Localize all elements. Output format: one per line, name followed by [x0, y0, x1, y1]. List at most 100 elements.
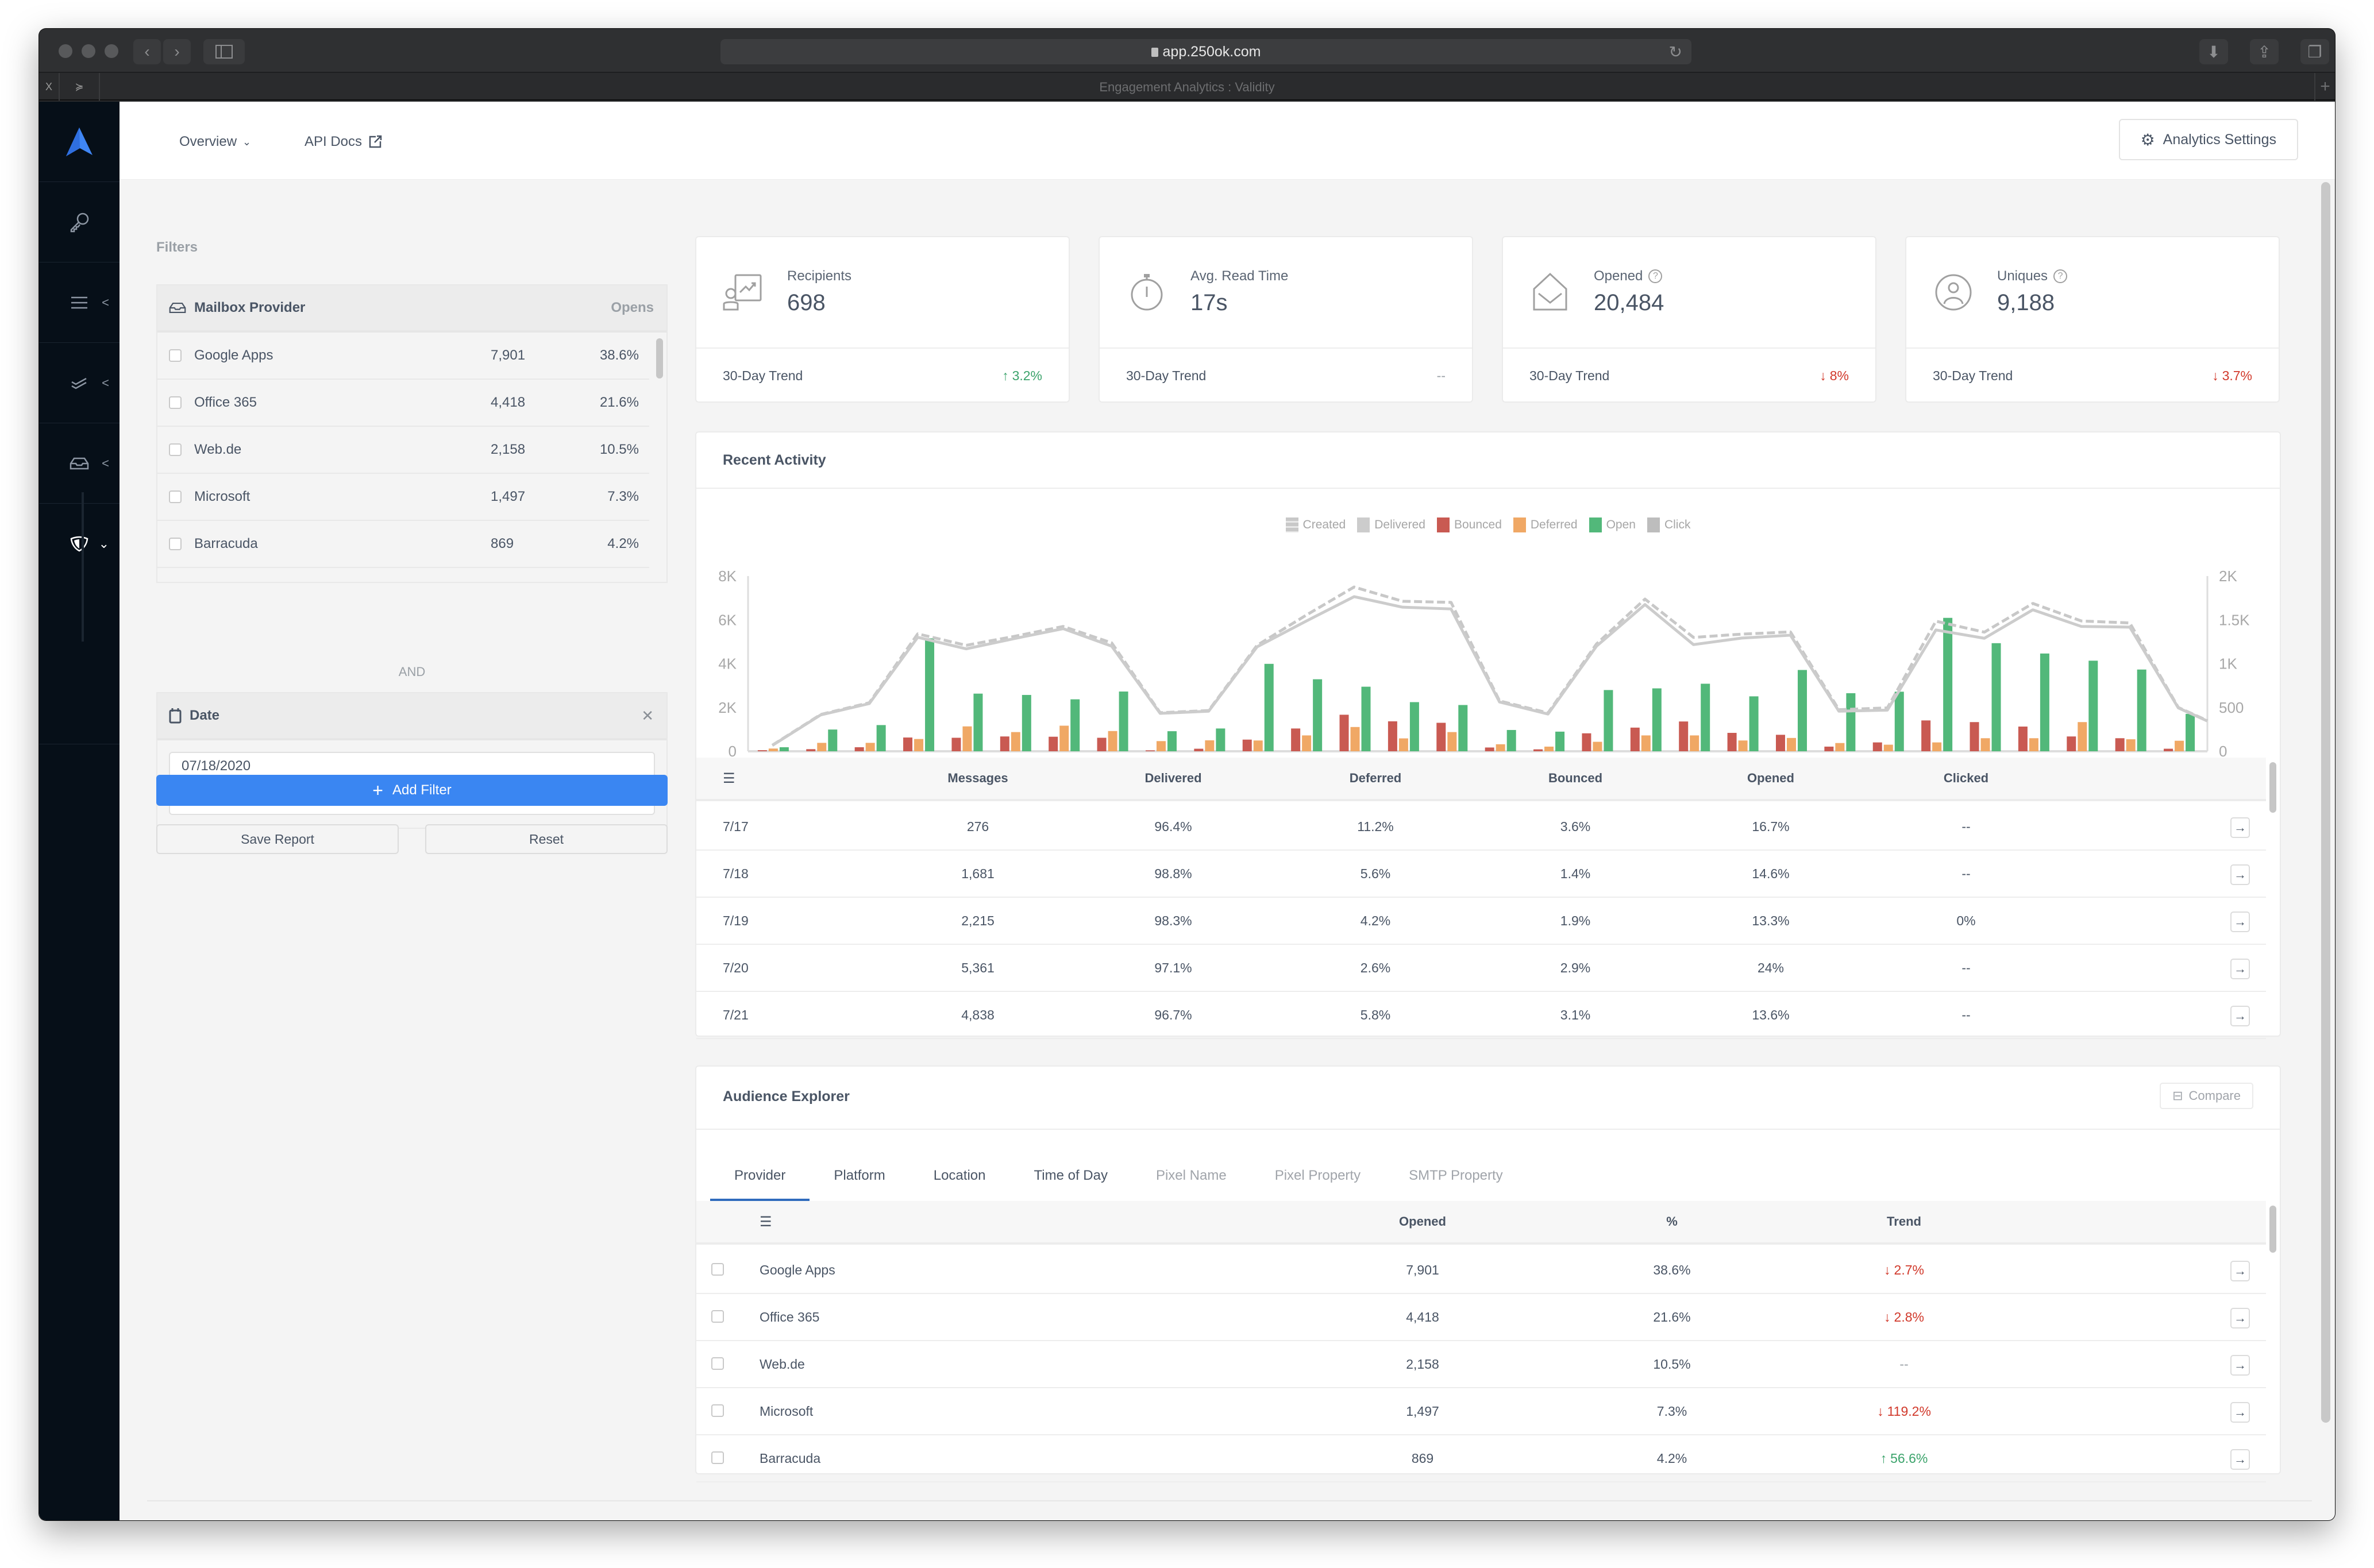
- bar-bounced[interactable]: [1921, 720, 1931, 751]
- bar-deferred[interactable]: [1447, 732, 1457, 751]
- tab-smtp-property[interactable]: SMTP Property: [1385, 1150, 1527, 1201]
- activity-table-row[interactable]: 7/17 276 96.4% 11.2% 3.6% 16.7% -- →: [696, 804, 2266, 851]
- audience-table-row[interactable]: Microsoft 1,497 7.3% ↓ 119.2% →: [696, 1388, 2266, 1435]
- bar-bounced[interactable]: [1872, 742, 1882, 751]
- bar-open[interactable]: [1361, 686, 1371, 751]
- row-details-button[interactable]: →: [2230, 864, 2250, 885]
- reload-icon[interactable]: ↻: [1669, 43, 1682, 61]
- close-window-button[interactable]: [59, 44, 72, 58]
- bar-deferred[interactable]: [1156, 741, 1166, 751]
- bar-deferred[interactable]: [1350, 727, 1360, 751]
- bar-bounced[interactable]: [1145, 750, 1155, 751]
- bar-deferred[interactable]: [1496, 744, 1505, 751]
- bar-open[interactable]: [1409, 702, 1419, 751]
- bar-open[interactable]: [1313, 679, 1323, 751]
- bar-open[interactable]: [1652, 688, 1662, 751]
- forward-button[interactable]: ›: [163, 39, 191, 64]
- bar-deferred[interactable]: [2175, 740, 2184, 751]
- bar-open[interactable]: [2186, 713, 2195, 751]
- mailbox-provider-row[interactable]: Microsoft 1,497 7.3%: [157, 474, 649, 521]
- bar-open[interactable]: [876, 725, 886, 751]
- bar-open[interactable]: [1943, 617, 1953, 751]
- bar-deferred[interactable]: [1980, 738, 1990, 751]
- bar-deferred[interactable]: [1011, 732, 1020, 751]
- help-icon[interactable]: ?: [2053, 269, 2068, 283]
- sidebar-logo[interactable]: [39, 102, 120, 182]
- bar-bounced[interactable]: [1970, 722, 1979, 751]
- bar-bounced[interactable]: [1097, 737, 1107, 751]
- legend-item-created[interactable]: Created: [1285, 517, 1346, 532]
- sidebar-toggle-button[interactable]: [203, 39, 245, 64]
- bar-deferred[interactable]: [768, 748, 778, 751]
- checkbox[interactable]: [711, 1310, 724, 1323]
- column-picker-icon[interactable]: ☰: [760, 1201, 772, 1242]
- legend-item-click[interactable]: Click: [1647, 517, 1690, 532]
- column-header[interactable]: Deferred: [1350, 758, 1401, 799]
- bar-open[interactable]: [1604, 690, 1613, 751]
- bar-deferred[interactable]: [962, 726, 972, 751]
- activity-table-row[interactable]: 7/18 1,681 98.8% 5.6% 1.4% 14.6% -- →: [696, 851, 2266, 898]
- bar-bounced[interactable]: [2018, 726, 2028, 751]
- column-header[interactable]: Trend: [1887, 1201, 1921, 1242]
- bar-deferred[interactable]: [817, 743, 827, 751]
- bar-open[interactable]: [925, 638, 935, 751]
- sidebar-item-inbox[interactable]: <: [39, 423, 120, 504]
- bar-bounced[interactable]: [903, 737, 913, 751]
- row-details-button[interactable]: →: [2230, 817, 2250, 838]
- tab-pixel-name[interactable]: Pixel Name: [1132, 1150, 1251, 1201]
- mailbox-provider-row[interactable]: Web.de 2,158 10.5%: [157, 427, 649, 474]
- mailbox-provider-row[interactable]: Google Apps 7,901 38.6%: [157, 333, 649, 380]
- bar-open[interactable]: [1701, 683, 1710, 751]
- bar-open[interactable]: [2040, 653, 2049, 751]
- row-details-button[interactable]: →: [2230, 1402, 2250, 1423]
- tab-time-of-day[interactable]: Time of Day: [1009, 1150, 1131, 1201]
- row-details-button[interactable]: →: [2230, 1261, 2250, 1281]
- bar-deferred[interactable]: [1253, 740, 1263, 751]
- bar-open[interactable]: [2137, 669, 2146, 751]
- tab-location[interactable]: Location: [909, 1150, 1010, 1201]
- row-details-button[interactable]: →: [2230, 912, 2250, 932]
- address-bar[interactable]: app.250ok.com ↻: [720, 39, 1691, 64]
- page-scrollbar[interactable]: [2321, 182, 2330, 1423]
- row-details-button[interactable]: →: [2230, 1308, 2250, 1328]
- bar-deferred[interactable]: [2078, 722, 2087, 751]
- bar-bounced[interactable]: [1533, 749, 1543, 751]
- bar-open[interactable]: [1749, 696, 1759, 751]
- pinned-tab-wix[interactable]: ≽: [60, 73, 100, 101]
- column-header[interactable]: Messages: [947, 758, 1008, 799]
- checkbox[interactable]: [169, 538, 182, 550]
- pinned-tab-excel[interactable]: X: [39, 73, 60, 101]
- bar-bounced[interactable]: [806, 749, 816, 751]
- bar-bounced[interactable]: [1000, 736, 1009, 751]
- checkbox[interactable]: [169, 443, 182, 456]
- bar-bounced[interactable]: [1291, 728, 1301, 751]
- bar-deferred[interactable]: [1690, 735, 1699, 751]
- mailbox-provider-row[interactable]: Office 365 4,418 21.6%: [157, 380, 649, 427]
- bar-bounced[interactable]: [854, 747, 864, 751]
- bar-deferred[interactable]: [1108, 731, 1117, 751]
- bar-deferred[interactable]: [1593, 741, 1602, 751]
- legend-item-open[interactable]: Open: [1589, 517, 1636, 532]
- tab-pixel-property[interactable]: Pixel Property: [1251, 1150, 1385, 1201]
- column-header[interactable]: Opened: [1747, 758, 1794, 799]
- checkbox[interactable]: [169, 349, 182, 362]
- legend-item-deferred[interactable]: Deferred: [1513, 517, 1578, 532]
- analytics-settings-button[interactable]: ⚙ Analytics Settings: [2118, 119, 2298, 160]
- api-docs-link[interactable]: API Docs: [305, 134, 383, 150]
- bar-open[interactable]: [1167, 731, 1177, 751]
- tab-platform[interactable]: Platform: [810, 1150, 909, 1201]
- bar-bounced[interactable]: [1194, 748, 1204, 751]
- activity-table-row[interactable]: 7/19 2,215 98.3% 4.2% 1.9% 13.3% 0% →: [696, 898, 2266, 945]
- audience-table-scrollbar[interactable]: [2269, 1206, 2276, 1253]
- sidebar-item-checks[interactable]: <: [39, 343, 120, 423]
- reset-button[interactable]: Reset: [425, 824, 668, 854]
- bar-bounced[interactable]: [1679, 721, 1689, 751]
- sidebar-item-lists[interactable]: <: [39, 262, 120, 343]
- bar-open[interactable]: [1119, 691, 1128, 751]
- bar-deferred[interactable]: [865, 743, 875, 751]
- bar-bounced[interactable]: [2164, 748, 2173, 751]
- bar-bounced[interactable]: [1630, 727, 1640, 751]
- bar-deferred[interactable]: [1302, 735, 1312, 751]
- bar-bounced[interactable]: [1242, 739, 1252, 751]
- bar-open[interactable]: [1894, 692, 1904, 751]
